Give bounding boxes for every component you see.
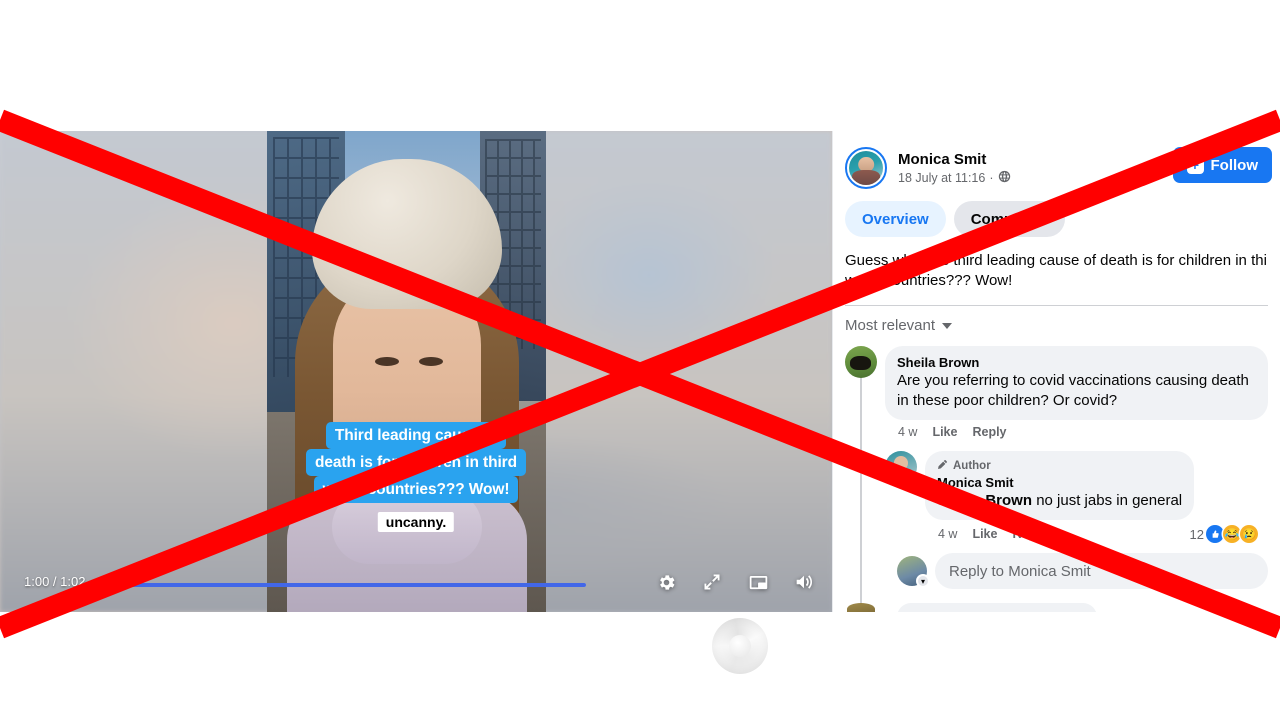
haha-reaction-icon: 😂 <box>1223 525 1241 543</box>
post-timestamp: 18 July at 11:16 <box>898 170 986 185</box>
video-control-bar[interactable]: 1:00 / 1:02 <box>0 560 832 612</box>
comment-reply-button[interactable]: Reply <box>972 425 1006 439</box>
comment-thread: Sheila Brown Are you referring to covid … <box>833 334 1280 612</box>
post-body-line-1: Guess what the third leading cause of de… <box>845 252 1267 269</box>
post-details-panel: Monica Smit 18 July at 11:16 · + Follow … <box>832 131 1280 612</box>
expand-icon[interactable] <box>698 568 726 596</box>
comment-item: Sheila Brown Are you referring to covid … <box>833 334 1280 439</box>
video-control-buttons <box>652 568 818 596</box>
gear-icon[interactable] <box>652 568 680 596</box>
reply-mention[interactable]: Sheila Brown <box>937 492 1032 509</box>
comment-text: Are you referring to covid vaccinations … <box>897 372 1249 409</box>
video-subtitle: uncanny. <box>377 512 455 532</box>
comment-like-button[interactable]: Like <box>932 425 957 439</box>
reply-time: 4 w <box>938 527 958 541</box>
video-frame <box>267 131 546 612</box>
next-comment-placeholder <box>847 603 1097 612</box>
follow-button-label: Follow <box>1210 156 1259 174</box>
comment-sort-selector[interactable]: Most relevant <box>833 306 1280 334</box>
post-timestamp-row: 18 July at 11:16 · <box>898 170 1011 186</box>
reply-input[interactable]: Reply to Monica Smit <box>935 553 1268 589</box>
comment-bubble: Sheila Brown Are you referring to covid … <box>885 346 1268 420</box>
video-progress-bar[interactable] <box>88 583 586 587</box>
reply-item: Author Monica Smit Sheila Brown no just … <box>833 439 1280 543</box>
screenshot-root: Third leading cause of death is for chil… <box>0 0 1280 720</box>
reply-text-row: Sheila Brown no just jabs in general <box>937 491 1182 511</box>
author-badge: Author <box>937 459 1182 473</box>
volume-on-icon[interactable] <box>790 568 818 596</box>
comment-actions: 4 w Like Reply <box>885 420 1268 439</box>
video-player[interactable]: Third leading cause of death is for chil… <box>0 131 832 612</box>
post-body-line-2: world countries??? Wow! <box>845 272 1013 289</box>
comment-sort-label: Most relevant <box>845 317 936 334</box>
globe-icon <box>998 170 1011 186</box>
facebook-watch-panel: Third leading cause of death is for chil… <box>0 131 1280 612</box>
reply-composer[interactable]: ▾ Reply to Monica Smit <box>833 543 1280 589</box>
video-subject-eye-left <box>375 357 399 366</box>
reply-author-name[interactable]: Monica Smit <box>937 474 1182 491</box>
reply-author-avatar[interactable] <box>885 451 917 483</box>
separator-dot: · <box>989 170 994 185</box>
next-comment-avatar <box>847 603 875 612</box>
reaction-count: 12 <box>1189 526 1204 542</box>
reply-reply-button[interactable]: Reply <box>1012 527 1046 541</box>
commenter-avatar[interactable] <box>845 346 877 378</box>
commenter-name[interactable]: Sheila Brown <box>897 354 1256 371</box>
chevron-down-icon[interactable]: ▾ <box>916 574 930 588</box>
chevron-down-icon <box>942 322 953 329</box>
post-author-name[interactable]: Monica Smit <box>898 151 1011 168</box>
reply-text: no just jabs in general <box>1032 492 1183 509</box>
video-progress-fill <box>88 583 586 587</box>
author-badge-label: Author <box>953 460 991 472</box>
plus-icon: + <box>1186 156 1204 174</box>
current-user-avatar[interactable]: ▾ <box>897 556 930 588</box>
loading-spinner <box>712 618 768 674</box>
tab-comments[interactable]: Comments <box>953 201 1066 237</box>
post-author-row: Monica Smit 18 July at 11:16 · + Follow <box>833 147 1280 189</box>
post-tabs: Overview Comments <box>833 189 1280 237</box>
reply-like-button[interactable]: Like <box>972 527 997 541</box>
video-subject-eye-right <box>419 357 443 366</box>
video-caption-overlay: Third leading cause of death is for chil… <box>8 422 824 503</box>
reply-bubble: Author Monica Smit Sheila Brown no just … <box>925 451 1195 520</box>
caption-line-3: world countries??? Wow! <box>313 476 519 503</box>
caption-line-1: Third leading cause of <box>325 422 507 449</box>
reply-actions: 4 w Like Reply 12 😂 😢 <box>925 520 1268 543</box>
post-body: Guess what the third leading cause of de… <box>833 237 1280 291</box>
sad-reaction-icon: 😢 <box>1240 525 1258 543</box>
author-avatar[interactable] <box>845 147 887 189</box>
video-timestamp: 1:00 / 1:02 <box>24 574 86 589</box>
pen-icon <box>937 459 948 473</box>
caption-line-2: death is for children in third <box>306 449 526 476</box>
comment-time: 4 w <box>898 425 918 439</box>
like-reaction-icon <box>1206 525 1224 543</box>
tab-overview[interactable]: Overview <box>845 201 946 237</box>
reaction-summary[interactable]: 12 😂 😢 <box>1190 525 1268 543</box>
picture-in-picture-icon[interactable] <box>744 568 772 596</box>
follow-button[interactable]: + Follow <box>1172 147 1272 183</box>
